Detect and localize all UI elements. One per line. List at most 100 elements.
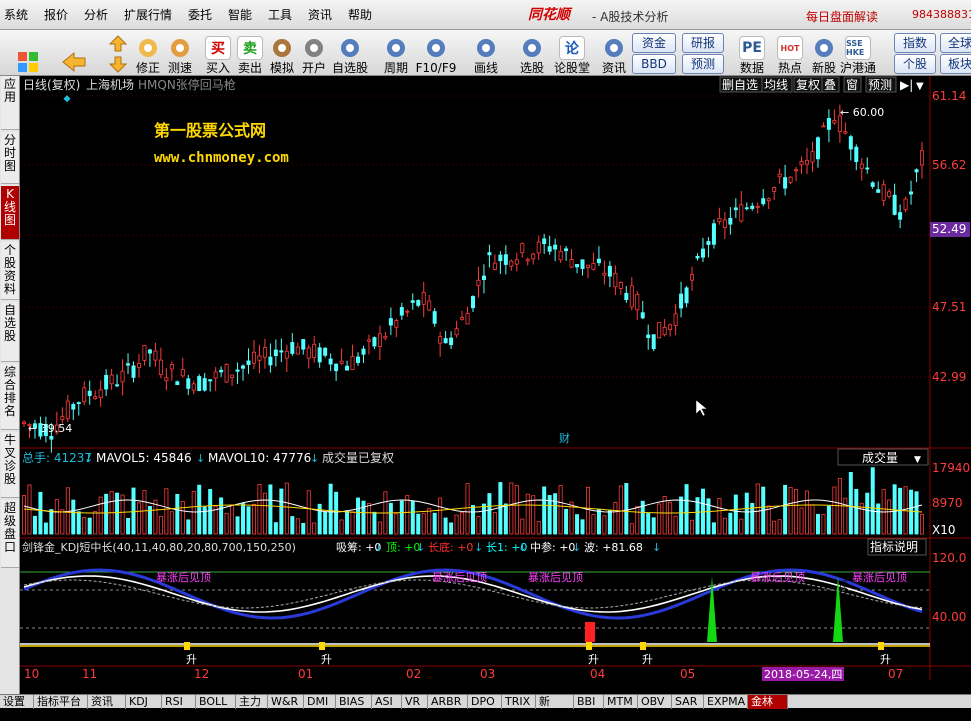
indicator-tab-17[interactable]: MTM: [604, 695, 638, 709]
indicator-tab-9[interactable]: BIAS: [336, 695, 372, 709]
indicator-tab-19[interactable]: SAR: [672, 695, 704, 709]
indicator-tab-5[interactable]: BOLL: [196, 695, 236, 709]
indicator-tab-14[interactable]: TRIX: [502, 695, 536, 709]
quick-button-2[interactable]: 研报: [682, 33, 724, 53]
toolbar-button-16[interactable]: PE 数据: [734, 31, 770, 75]
indicator-tab-0[interactable]: 设置: [0, 695, 34, 709]
toolbar-button-6[interactable]: 卖卖出: [232, 31, 268, 75]
indicator-tab-4[interactable]: RSI: [162, 695, 196, 709]
volume-bar: [153, 499, 158, 535]
indicator-tab-12[interactable]: ARBR: [428, 695, 468, 709]
draw-line-icon: [473, 36, 499, 60]
left-tab-6[interactable]: 牛叉诊股: [1, 432, 19, 498]
toolbar-button-3[interactable]: 修正: [130, 31, 166, 75]
indicator-tab-18[interactable]: OBV: [638, 695, 672, 709]
volume-bar: [887, 499, 892, 535]
volume-bar: [399, 500, 404, 535]
indicator-explain-button[interactable]: 指标说明: [867, 538, 927, 556]
volume-bar: [832, 486, 837, 535]
toolbar-button-8[interactable]: 开户: [296, 31, 332, 75]
indicator-tab-7[interactable]: W&R: [268, 695, 304, 709]
volume-bar: [788, 486, 793, 535]
chart-header-button[interactable]: 删自选: [719, 76, 764, 93]
svg-text:预测: 预测: [868, 78, 892, 92]
indicator-tab-20[interactable]: EXPMA: [704, 695, 748, 709]
chart-header-button[interactable]: 叠: [821, 76, 840, 93]
menu-item[interactable]: 扩展行情: [124, 6, 172, 23]
volume-selector[interactable]: 成交量 ▼: [837, 448, 929, 466]
toolbar-button-1[interactable]: [56, 31, 92, 75]
left-tab-7[interactable]: 超级盘口: [1, 500, 19, 568]
quick-button-4[interactable]: 指数: [894, 33, 936, 53]
candle-body: [317, 347, 322, 363]
indicator-tab-8[interactable]: DMI: [304, 695, 336, 709]
indicator-tab-11[interactable]: VR: [402, 695, 428, 709]
quick-button-5[interactable]: 个股: [894, 54, 936, 74]
toolbar-button-4[interactable]: 测速: [162, 31, 198, 75]
finance-marker[interactable]: 财: [559, 431, 570, 445]
toolbar-button-13[interactable]: 选股: [514, 31, 550, 75]
indicator-tab-6[interactable]: 主力: [236, 695, 268, 709]
volume-bar: [213, 505, 218, 535]
menu-item[interactable]: 系统: [4, 6, 28, 23]
menu-item[interactable]: 帮助: [348, 6, 372, 23]
indicator-tab-15[interactable]: 新DMA: [536, 695, 574, 721]
toolbar-button-15[interactable]: 资讯: [596, 31, 632, 75]
left-tab-1[interactable]: 分时图: [1, 132, 19, 184]
toolbar-button-12[interactable]: 画线: [468, 31, 504, 75]
chart-header-button[interactable]: 均线: [761, 76, 793, 93]
toolbar-button-7[interactable]: 模拟: [264, 31, 300, 75]
dropdown-icon[interactable]: ▼: [916, 81, 924, 92]
quick-button-0[interactable]: 资金: [632, 33, 676, 53]
candle-body: [131, 365, 136, 378]
svg-text:成交量: 成交量: [862, 450, 898, 465]
kline-chart[interactable]: 日线(复权) 上海机场 HMQN张停回马枪 删自选 均线 复权叠窗预测 ▶| ▼第一股票公式网…: [20, 76, 971, 694]
quick-button-7[interactable]: 板块: [940, 54, 971, 74]
volume-bar: [438, 497, 443, 535]
left-tab-3[interactable]: 个股资料: [1, 242, 19, 300]
quick-button-6[interactable]: 全球: [940, 33, 971, 53]
candle-body: [744, 207, 749, 210]
menu-item[interactable]: 报价: [44, 6, 68, 23]
candle-body: [739, 204, 744, 222]
toolbar-button-14[interactable]: 论论股堂: [554, 31, 590, 75]
toolbar-button-5[interactable]: 买买入: [200, 31, 236, 75]
left-tab-5[interactable]: 综合排名: [1, 364, 19, 430]
chart-background: [20, 76, 971, 694]
indicator-tab-13[interactable]: DPO: [468, 695, 502, 709]
chart-header-button[interactable]: 复权: [793, 76, 825, 93]
menu-item[interactable]: 智能: [228, 6, 252, 23]
expand-icon[interactable]: ▶|: [900, 78, 913, 92]
menu-item[interactable]: 委托: [188, 6, 212, 23]
toolbar-button-label: 周期: [383, 61, 408, 75]
chart-area[interactable]: 日线(复权) 上海机场 HMQN张停回马枪 删自选 均线 复权叠窗预测 ▶| ▼ 第一股票公式网…: [20, 76, 971, 694]
indicator-tab-21[interactable]: 金林: [748, 695, 788, 709]
candle-body: [596, 258, 601, 264]
menu-item[interactable]: 资讯: [308, 6, 332, 23]
daily-analysis-link[interactable]: 每日盘面解读: [806, 8, 878, 25]
quick-button-1[interactable]: BBD: [632, 54, 676, 74]
chart-header-button[interactable]: 窗: [843, 76, 862, 93]
quick-button-3[interactable]: 预测: [682, 54, 724, 74]
left-tab-0[interactable]: 应用: [1, 76, 19, 130]
toolbar-button-17[interactable]: HOT 热点: [772, 31, 808, 75]
indicator-tab-2[interactable]: 资讯: [88, 695, 126, 709]
indicator-tab-3[interactable]: KDJ: [126, 695, 162, 709]
toolbar-button-11[interactable]: F10/F9: [416, 31, 456, 75]
left-tab-2[interactable]: K线图: [1, 186, 19, 240]
toolbar-button-9[interactable]: 自选股: [332, 31, 368, 75]
toolbar-button-0[interactable]: [10, 31, 46, 75]
left-tab-4[interactable]: 自选股: [1, 302, 19, 362]
candle-body: [465, 312, 470, 325]
candle-body: [257, 355, 262, 361]
toolbar-button-19[interactable]: SSE HKE 沪港通: [840, 31, 876, 75]
indicator-tab-10[interactable]: ASI: [372, 695, 402, 709]
menu-item[interactable]: 分析: [84, 6, 108, 23]
toolbar-button-10[interactable]: 周期: [378, 31, 414, 75]
indicator-tab-16[interactable]: BBI: [574, 695, 604, 709]
indicator-tab-1[interactable]: 指标平台: [34, 695, 88, 709]
toolbar-button-18[interactable]: 新股: [806, 31, 842, 75]
volume-bar: [536, 521, 541, 535]
menu-item[interactable]: 工具: [268, 6, 292, 23]
chart-header-button[interactable]: 预测: [865, 76, 897, 93]
